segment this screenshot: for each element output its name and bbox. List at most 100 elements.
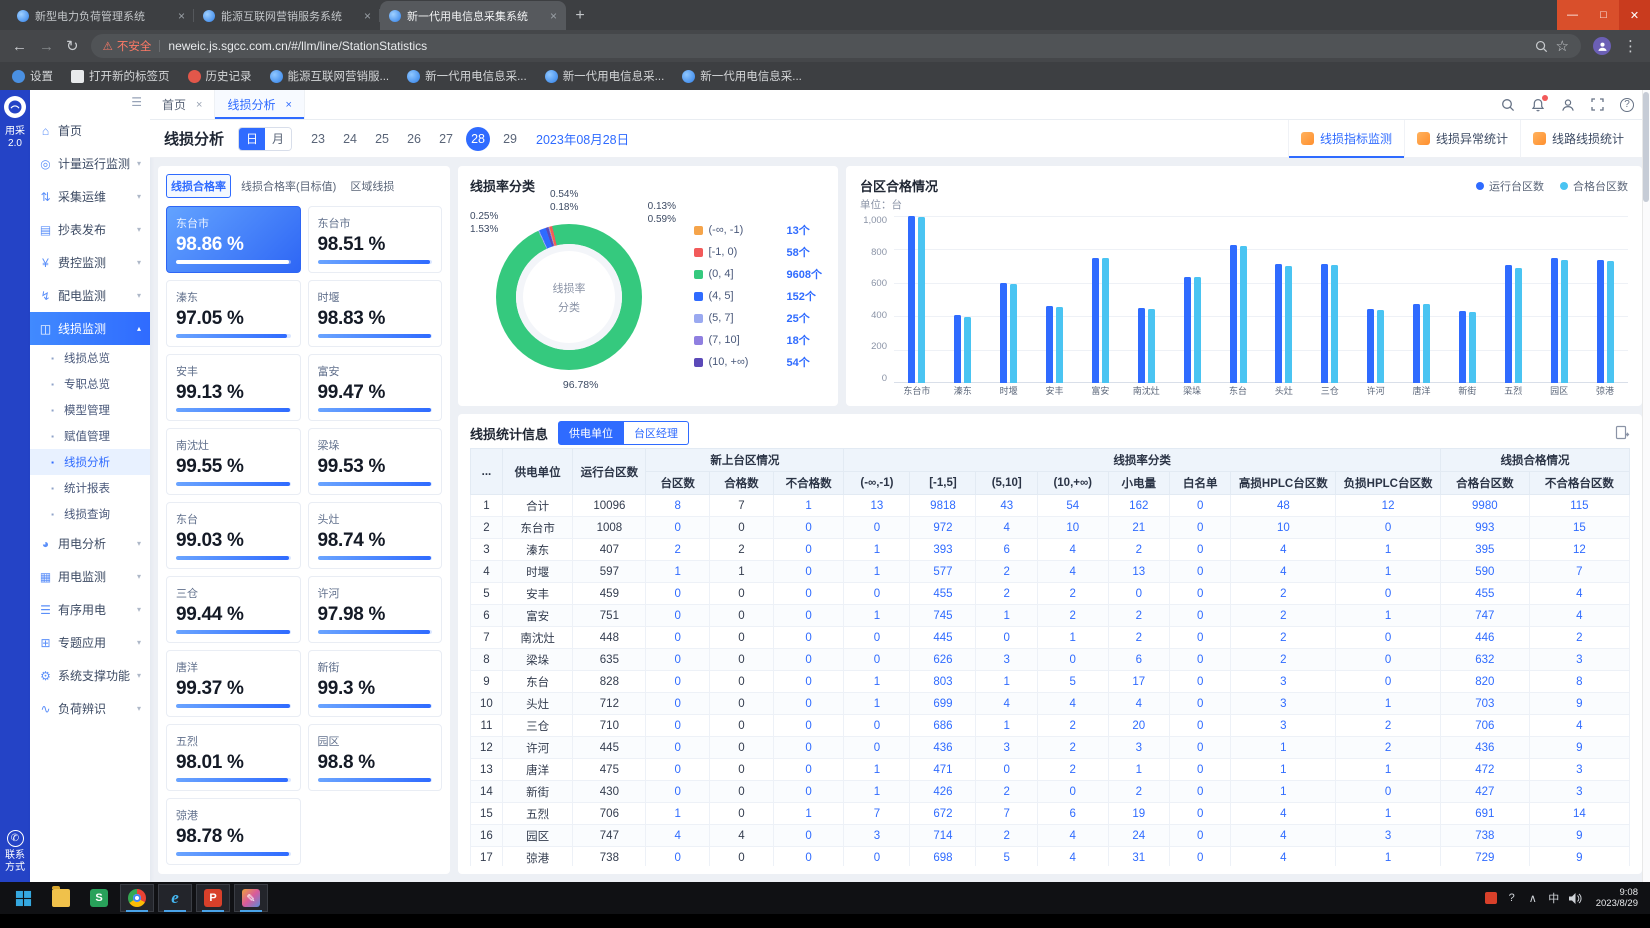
table-cell[interactable]: 3 bbox=[976, 649, 1037, 671]
sidebar-item[interactable]: ◕用电分析▾ bbox=[30, 527, 150, 560]
table-cell[interactable]: 436 bbox=[1440, 737, 1529, 759]
table-cell[interactable]: 1 bbox=[646, 561, 710, 583]
table-cell[interactable]: 2 bbox=[1336, 715, 1441, 737]
table-cell[interactable]: 7 bbox=[1529, 561, 1629, 583]
table-cell[interactable]: 686 bbox=[910, 715, 976, 737]
date-option[interactable]: 23 bbox=[306, 127, 330, 151]
table-cell[interactable]: 0 bbox=[773, 781, 844, 803]
table-row[interactable]: 5安丰45900004552200204554 bbox=[471, 583, 1630, 605]
table-cell[interactable]: 0 bbox=[773, 737, 844, 759]
table-cell[interactable]: 393 bbox=[910, 539, 976, 561]
bell-icon[interactable] bbox=[1531, 98, 1545, 112]
table-cell[interactable]: 4 bbox=[1108, 693, 1169, 715]
table-cell[interactable]: 0 bbox=[1037, 649, 1108, 671]
table-cell[interactable]: 0 bbox=[773, 627, 844, 649]
pinned-app-icon[interactable] bbox=[1485, 892, 1497, 904]
table-cell[interactable]: 738 bbox=[1440, 825, 1529, 847]
table-cell[interactable]: 729 bbox=[1440, 847, 1529, 867]
table-cell[interactable]: 4 bbox=[1231, 561, 1336, 583]
table-cell[interactable]: 3 bbox=[1529, 759, 1629, 781]
table-row[interactable]: 11三仓710000068612200327064 bbox=[471, 715, 1630, 737]
stat-tab[interactable]: 线路线损统计 bbox=[1520, 120, 1636, 158]
export-icon[interactable] bbox=[1614, 425, 1630, 441]
table-cell[interactable]: 0 bbox=[1170, 781, 1231, 803]
table-cell[interactable]: 0 bbox=[773, 605, 844, 627]
table-cell[interactable]: 10 bbox=[1037, 517, 1108, 539]
table-cell[interactable]: 0 bbox=[844, 627, 910, 649]
table-cell[interactable]: 0 bbox=[646, 671, 710, 693]
table-cell[interactable]: 472 bbox=[1440, 759, 1529, 781]
start-taskbar-icon[interactable] bbox=[6, 884, 40, 912]
table-cell[interactable]: 0 bbox=[646, 781, 710, 803]
table-cell[interactable]: 0 bbox=[1170, 605, 1231, 627]
table-cell[interactable]: 2 bbox=[976, 583, 1037, 605]
table-cell[interactable]: 1 bbox=[1336, 847, 1441, 867]
table-cell[interactable]: 9 bbox=[1529, 825, 1629, 847]
security-warning[interactable]: ⚠ 不安全 bbox=[103, 38, 152, 54]
sidebar-collapse-icon[interactable]: ☰ bbox=[131, 95, 142, 109]
table-cell[interactable]: 455 bbox=[1440, 583, 1529, 605]
table-cell[interactable]: 1 bbox=[773, 803, 844, 825]
table-row[interactable]: 1合计100968711398184354162048129980115 bbox=[471, 495, 1630, 517]
forward-icon[interactable]: → bbox=[39, 39, 54, 54]
table-cell[interactable]: 1 bbox=[844, 693, 910, 715]
sidebar-subitem[interactable]: ▪统计报表 bbox=[30, 475, 150, 501]
sidebar-item[interactable]: ▤抄表发布▾ bbox=[30, 213, 150, 246]
profile-avatar[interactable] bbox=[1593, 37, 1611, 55]
browser-tab[interactable]: 新型电力负荷管理系统× bbox=[8, 1, 194, 30]
table-cell[interactable]: 0 bbox=[1170, 715, 1231, 737]
table-cell[interactable]: 1 bbox=[646, 803, 710, 825]
table-cell[interactable]: 2 bbox=[1108, 781, 1169, 803]
table-cell[interactable]: 2 bbox=[1529, 627, 1629, 649]
table-cell[interactable]: 436 bbox=[910, 737, 976, 759]
table-cell[interactable]: 1 bbox=[844, 561, 910, 583]
sidebar-item[interactable]: ⌂首页 bbox=[30, 114, 150, 147]
url-box[interactable]: ⚠ 不安全 neweic.js.sgcc.com.cn/#/llm/line/S… bbox=[91, 34, 1581, 58]
sidebar-item[interactable]: ∿负荷辨识▾ bbox=[30, 692, 150, 725]
table-row[interactable]: 6富安75100017451220217474 bbox=[471, 605, 1630, 627]
new-tab-button[interactable]: + bbox=[566, 2, 594, 30]
table-cell[interactable]: 4 bbox=[1529, 605, 1629, 627]
table-cell[interactable]: 4 bbox=[1231, 539, 1336, 561]
sidebar-item[interactable]: ¥费控监测▾ bbox=[30, 246, 150, 279]
volume-icon[interactable] bbox=[1569, 893, 1582, 904]
table-cell[interactable]: 0 bbox=[1336, 627, 1441, 649]
table-cell[interactable]: 0 bbox=[1037, 781, 1108, 803]
browser-tab[interactable]: 能源互联网营销服务系统× bbox=[194, 1, 380, 30]
table-cell[interactable]: 4 bbox=[1037, 561, 1108, 583]
table-cell[interactable]: 1 bbox=[844, 781, 910, 803]
user-icon[interactable] bbox=[1561, 98, 1575, 112]
table-cell[interactable]: 1 bbox=[976, 605, 1037, 627]
bookmark-item[interactable]: 打开新的标签页 bbox=[71, 68, 170, 84]
tab-close-icon[interactable]: × bbox=[285, 99, 291, 111]
table-cell[interactable]: 820 bbox=[1440, 671, 1529, 693]
table-cell[interactable]: 0 bbox=[1170, 517, 1231, 539]
table-cell[interactable]: 0 bbox=[1170, 495, 1231, 517]
bookmark-item[interactable]: 设置 bbox=[12, 68, 53, 84]
table-cell[interactable]: 1 bbox=[1336, 561, 1441, 583]
table-cell[interactable]: 8 bbox=[646, 495, 710, 517]
table-cell[interactable]: 4 bbox=[1231, 825, 1336, 847]
ime-icon[interactable]: 中 bbox=[1548, 890, 1560, 906]
table-cell[interactable]: 0 bbox=[844, 583, 910, 605]
sidebar-item[interactable]: ⇅采集运维▾ bbox=[30, 180, 150, 213]
table-cell[interactable]: 2 bbox=[1231, 627, 1336, 649]
table-cell[interactable]: 0 bbox=[773, 539, 844, 561]
table-cell[interactable]: 0 bbox=[773, 759, 844, 781]
reload-icon[interactable]: ↻ bbox=[66, 39, 79, 54]
table-row[interactable]: 14新街43000014262020104273 bbox=[471, 781, 1630, 803]
table-cell[interactable]: 9818 bbox=[910, 495, 976, 517]
table-cell[interactable]: 0 bbox=[1170, 803, 1231, 825]
table-cell[interactable]: 0 bbox=[844, 649, 910, 671]
table-cell[interactable]: 0 bbox=[844, 517, 910, 539]
table-cell[interactable]: 1 bbox=[1336, 759, 1441, 781]
table-cell[interactable]: 3 bbox=[1231, 693, 1336, 715]
table-cell[interactable]: 2 bbox=[1231, 649, 1336, 671]
table-cell[interactable]: 3 bbox=[1529, 649, 1629, 671]
table-cell[interactable]: 2 bbox=[1231, 583, 1336, 605]
table-cell[interactable]: 0 bbox=[1336, 649, 1441, 671]
table-cell[interactable]: 4 bbox=[646, 825, 710, 847]
rate-tab[interactable]: 线损合格率 bbox=[166, 174, 231, 198]
table-cell[interactable]: 12 bbox=[1336, 495, 1441, 517]
table-cell[interactable]: 0 bbox=[1336, 781, 1441, 803]
